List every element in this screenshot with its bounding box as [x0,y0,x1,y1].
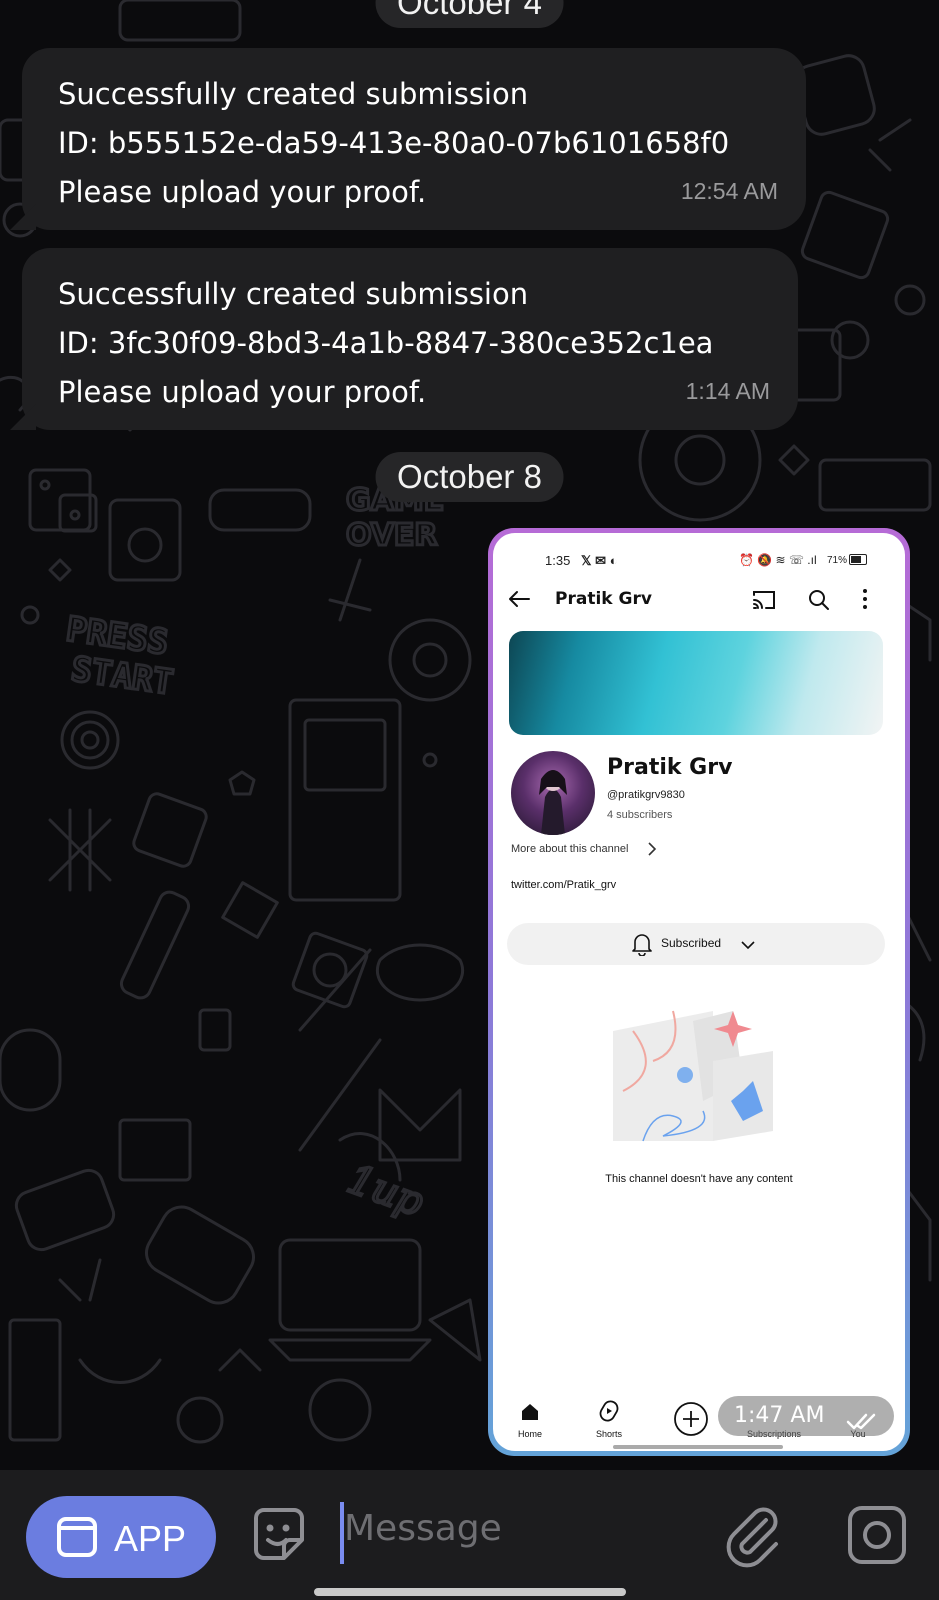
photo-time: 1:47 AM [734,1403,825,1428]
bell-icon [631,932,653,961]
empty-state-illustration [603,991,783,1166]
message-input[interactable]: Message [344,1508,502,1549]
channel-handle: @pratikgrv9830 [607,789,685,801]
channel-name: Pratik Grv [607,755,733,780]
home-indicator [314,1588,626,1596]
nav-label-shorts: Shorts [595,1429,622,1439]
message-line: Please upload your proof. [58,175,427,209]
subscribed-label: Subscribed [661,936,722,950]
gesture-bar [613,1445,783,1449]
channel-link: twitter.com/Pratik_grv [511,879,617,891]
photo-timestamp-overlay: 1:47 AM [718,1396,894,1436]
message-input-bar: APP Message [0,1470,939,1600]
search-icon [807,588,831,617]
channel-banner [509,631,883,735]
date-separator: October 8 [375,452,564,502]
empty-state-text: This channel doesn't have any content [605,1173,793,1185]
status-system-icons: ⏰ 🔕 ≋ ☏ .ıl [739,553,817,567]
subscribed-button: Subscribed [507,923,885,965]
cast-icon [751,589,777,616]
subscriber-count: 4 subscribers [607,809,673,821]
header-title: Pratik Grv [555,589,652,609]
youtube-screenshot: 1:35 𝕏 ✉ ◐ ⏰ 🔕 ≋ ☏ .ıl 71% Pratik Grv Pr… [493,533,905,1451]
message-line: ID: 3fc30f09-8bd3-4a1b-8847-380ce352c1ea [58,326,714,360]
attachment-icon[interactable] [722,1502,784,1572]
more-options-icon [861,588,869,615]
svg-text:OVER: OVER [346,518,438,553]
channel-avatar [511,751,595,835]
home-icon [519,1401,541,1428]
message-time: 12:54 AM [680,178,778,204]
app-window-icon [56,1516,98,1567]
svg-text:1up: 1up [342,1156,430,1226]
battery-level: 71% [827,555,848,566]
more-about-link: More about this channel [511,843,629,855]
nav-label-home: Home [517,1429,542,1439]
app-button-label: APP [114,1518,187,1559]
photo-message[interactable]: 1:35 𝕏 ✉ ◐ ⏰ 🔕 ≋ ☏ .ıl 71% Pratik Grv Pr… [488,528,910,1456]
status-notification-icons: 𝕏 ✉ ◐ [581,553,618,568]
sticker-icon[interactable] [248,1504,310,1570]
back-arrow-icon [507,589,531,614]
battery-icon [849,554,867,565]
create-icon [673,1401,709,1442]
message-time: 1:14 AM [685,378,770,404]
double-check-icon [846,1406,880,1446]
chevron-down-icon [741,937,755,955]
message-bubble[interactable]: Successfully created submission ID: b555… [10,48,806,230]
message-line: Please upload your proof. [58,375,427,409]
message-bubble[interactable]: Successfully created submission ID: 3fc3… [10,248,798,430]
shorts-icon [599,1399,619,1428]
message-line: ID: b555152e-da59-413e-80a0-07b6101658f0 [58,126,730,160]
status-time: 1:35 [545,553,571,568]
app-button[interactable]: APP [26,1496,216,1578]
message-line: Successfully created submission [58,77,529,111]
chevron-right-icon [647,841,657,862]
camera-icon[interactable] [846,1504,908,1570]
date-separator: October 4 [375,0,564,28]
message-line: Successfully created submission [58,277,529,311]
